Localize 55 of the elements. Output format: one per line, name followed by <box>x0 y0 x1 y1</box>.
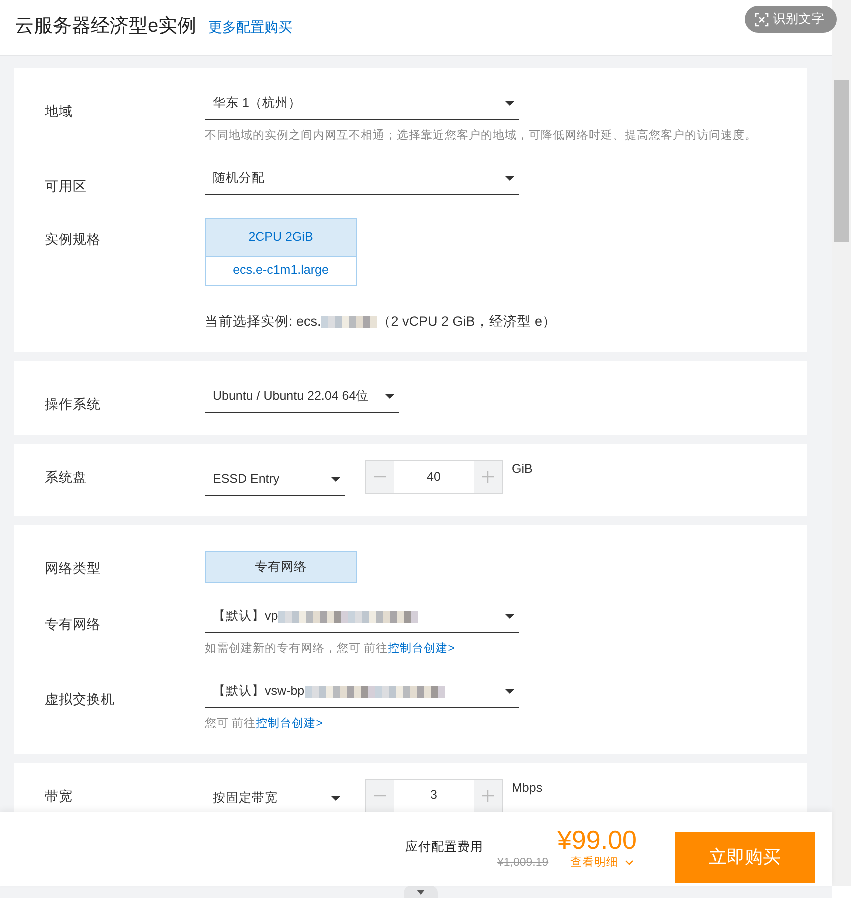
dropdown-select[interactable]: 【默认】vsw-bp <box>205 676 519 708</box>
console-link[interactable]: 控制台创建> <box>256 718 323 730</box>
console-link[interactable]: 控制台创建> <box>388 643 455 655</box>
dropdown-select[interactable]: ESSD Entry <box>205 464 345 496</box>
spec-option[interactable]: 2CPU 2GiB ecs.e-c1m1.large <box>205 218 357 286</box>
field-label: 系统盘 <box>45 469 88 487</box>
network-type-option[interactable]: 专有网络 <box>205 551 357 583</box>
dropdown-select[interactable]: 华东 1（杭州） <box>205 88 519 120</box>
select-value: 按固定带宽 <box>213 790 278 807</box>
collapse-tab[interactable] <box>404 886 438 898</box>
caret-icon <box>505 101 515 106</box>
decrement-button[interactable] <box>366 461 394 493</box>
field-label: 带宽 <box>45 788 74 806</box>
select-value: 随机分配 <box>213 170 265 188</box>
increment-button[interactable] <box>474 461 502 493</box>
field-label: 网络类型 <box>45 560 102 578</box>
dropdown-select[interactable]: 【默认】vp <box>205 601 519 633</box>
hint-text: 您可 前往控制台创建> <box>205 716 324 732</box>
dialog-title: 云服务器经济型e实例 <box>15 15 197 40</box>
original-price: ¥1,009.19 <box>497 856 549 871</box>
unit-label: GiB <box>512 461 533 478</box>
caret-icon <box>331 477 341 482</box>
caret-icon <box>385 394 396 399</box>
unit-label: Mbps <box>512 780 543 797</box>
caret-icon <box>331 796 341 800</box>
select-value: Ubuntu / Ubuntu 22.04 64位 <box>213 388 370 405</box>
scan-text-icon <box>755 12 769 26</box>
cost-label: 应付配置费用 <box>405 838 484 856</box>
price-text: ¥99.00 <box>557 826 637 855</box>
increment-button[interactable] <box>474 780 502 812</box>
plus-icon <box>482 790 494 802</box>
select-value: 【默认】vp <box>213 608 278 626</box>
current-instance-text: 当前选择实例: ecs. <box>205 312 322 330</box>
scrollbar-thumb[interactable] <box>834 80 849 242</box>
chevron-down-icon <box>624 860 634 866</box>
select-value: ESSD Entry <box>213 471 280 488</box>
field-label: 虚拟交换机 <box>45 691 116 710</box>
field-label: 地域 <box>45 103 74 121</box>
caret-icon <box>505 176 515 182</box>
select-value: 【默认】vsw-bp <box>213 683 305 700</box>
field-label: 可用区 <box>45 178 88 196</box>
field-label: 实例规格 <box>45 230 102 248</box>
decrement-button[interactable] <box>366 780 394 812</box>
dropdown-select[interactable]: 随机分配 <box>205 163 519 196</box>
more-config-link[interactable]: 更多配置购买 <box>208 17 293 38</box>
caret-icon <box>505 614 515 619</box>
current-instance-spec: （2 vCPU 2 GiB，经济型 e） <box>377 312 557 330</box>
plus-icon <box>482 471 494 483</box>
dropdown-select[interactable]: Ubuntu / Ubuntu 22.04 64位 <box>205 380 400 413</box>
field-label: 专有网络 <box>45 616 102 634</box>
hint-text: 如需创建新的专有网络，您可 前往控制台创建> <box>205 641 456 657</box>
caret-icon <box>505 689 515 694</box>
field-label: 操作系统 <box>45 396 102 414</box>
hint-text: 不同地域的实例之间内网互不相通；选择靠近您客户的地域，可降低网络时延、提高您客户的访问速度。 <box>205 128 757 144</box>
select-value: 华东 1（杭州） <box>213 95 302 112</box>
